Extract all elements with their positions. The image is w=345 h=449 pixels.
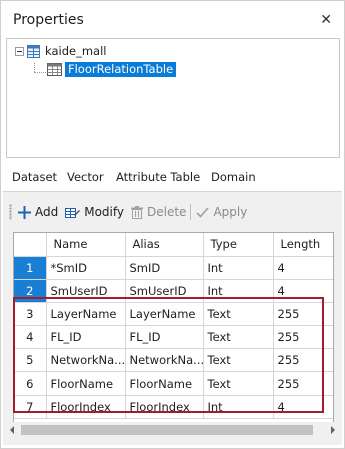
table-row[interactable]: 6 FloorName FloorName Text 255: [14, 371, 333, 396]
modify-label: Modify: [84, 205, 124, 219]
delete-button[interactable]: Delete: [131, 205, 186, 219]
cell-name[interactable]: *SmID: [46, 256, 126, 280]
cell-type[interactable]: Text: [203, 302, 274, 327]
tree-root-label: kaide_mall: [45, 44, 107, 58]
cell-name[interactable]: FloorName: [46, 371, 126, 396]
column-header-alias[interactable]: Alias: [125, 233, 204, 257]
cell-alias[interactable]: NetworkNa...: [125, 348, 204, 373]
horizontal-scrollbar[interactable]: [3, 422, 342, 439]
toolbar: Add Modify Delete Apply: [9, 201, 254, 223]
row-number[interactable]: 2: [14, 279, 47, 303]
table-row[interactable]: 2 SmUserID SmUserID Int 4: [14, 279, 333, 303]
tab-strip: Dataset Vector Attribute Table Domain: [1, 161, 344, 191]
tab-dataset[interactable]: Dataset: [12, 170, 57, 184]
cell-name[interactable]: NetworkNa...: [46, 348, 126, 373]
tab-vector[interactable]: Vector: [67, 170, 104, 184]
column-header-name[interactable]: Name: [46, 233, 126, 257]
table-row[interactable]: 3 LayerName LayerName Text 255: [14, 302, 333, 327]
tree-connector: [34, 63, 35, 72]
fields-grid: Name Alias Type Length 1 *SmID SmID Int …: [13, 232, 334, 426]
cell-length[interactable]: 4: [273, 256, 333, 280]
apply-button[interactable]: Apply: [196, 205, 247, 219]
checkmark-icon: [196, 206, 210, 218]
cell-alias[interactable]: FL_ID: [125, 325, 204, 350]
apply-label: Apply: [213, 205, 248, 219]
add-label: Add: [35, 205, 59, 219]
modify-table-icon: [65, 206, 81, 219]
trash-icon: [131, 205, 143, 219]
table-row[interactable]: 1 *SmID SmID Int 4: [14, 256, 333, 280]
table-icon: [47, 62, 62, 76]
cell-type[interactable]: Text: [203, 371, 274, 396]
cell-name[interactable]: LayerName: [46, 302, 126, 327]
cell-length[interactable]: 255: [273, 348, 333, 373]
modify-button[interactable]: Modify: [65, 205, 124, 219]
attribute-table-panel: Add Modify Delete Apply Name Alias Type …: [3, 191, 342, 445]
tab-domain[interactable]: Domain: [211, 170, 256, 184]
scroll-left-icon[interactable]: [10, 426, 14, 434]
table-row[interactable]: 5 NetworkNa... NetworkNa... Text 255: [14, 348, 333, 373]
cell-type[interactable]: Text: [203, 325, 274, 350]
cell-type[interactable]: Text: [203, 348, 274, 373]
cell-alias[interactable]: FloorName: [125, 371, 204, 396]
cell-alias[interactable]: LayerName: [125, 302, 204, 327]
tree-child-label: FloorRelationTable: [65, 61, 177, 77]
database-icon: [27, 44, 40, 58]
table-row[interactable]: 7 FloorIndex FloorIndex Int 4: [14, 395, 333, 419]
title-bar: Properties ✕: [1, 1, 344, 39]
scrollbar-thumb[interactable]: [21, 425, 313, 435]
toolbar-separator: [190, 204, 192, 220]
tree-node-root[interactable]: kaide_mall: [15, 43, 106, 59]
cell-length[interactable]: 4: [273, 279, 333, 303]
cell-alias[interactable]: SmID: [125, 256, 204, 280]
cell-length[interactable]: 4: [273, 395, 333, 419]
row-number[interactable]: 7: [14, 395, 47, 419]
cell-type[interactable]: Int: [203, 395, 274, 419]
row-number[interactable]: 6: [14, 371, 47, 396]
cell-type[interactable]: Int: [203, 256, 274, 280]
close-icon[interactable]: ✕: [320, 12, 332, 28]
row-number[interactable]: 4: [14, 325, 47, 350]
tab-attribute-table[interactable]: Attribute Table: [116, 170, 200, 184]
panel-title: Properties: [13, 12, 84, 28]
cell-name[interactable]: SmUserID: [46, 279, 126, 303]
cell-length[interactable]: 255: [273, 325, 333, 350]
properties-panel: Properties ✕ kaide_mall FloorRelationTab…: [0, 0, 345, 449]
tree-connector: [34, 72, 46, 73]
table-row[interactable]: 4 FL_ID FL_ID Text 255: [14, 325, 333, 350]
add-button[interactable]: Add: [18, 205, 58, 219]
collapse-icon[interactable]: [15, 46, 24, 56]
plus-icon: [18, 205, 31, 219]
cell-length[interactable]: 255: [273, 302, 333, 327]
cell-alias[interactable]: FloorIndex: [125, 395, 204, 419]
column-header-type[interactable]: Type: [203, 233, 274, 257]
row-header-corner[interactable]: [14, 233, 47, 257]
row-number[interactable]: 1: [14, 256, 47, 280]
cell-alias[interactable]: SmUserID: [125, 279, 204, 303]
scroll-right-icon[interactable]: [331, 426, 335, 434]
toolbar-grip[interactable]: [9, 204, 12, 220]
column-header-length[interactable]: Length: [273, 233, 333, 257]
tree-node-floor-relation-table[interactable]: FloorRelationTable: [47, 61, 177, 77]
cell-type[interactable]: Int: [203, 279, 274, 303]
row-number[interactable]: 3: [14, 302, 47, 327]
delete-label: Delete: [147, 205, 187, 219]
cell-length[interactable]: 255: [273, 371, 333, 396]
cell-name[interactable]: FL_ID: [46, 325, 126, 350]
row-number[interactable]: 5: [14, 348, 47, 373]
fields-table: Name Alias Type Length 1 *SmID SmID Int …: [14, 233, 333, 419]
dataset-tree: kaide_mall FloorRelationTable: [6, 38, 340, 158]
cell-name[interactable]: FloorIndex: [46, 395, 126, 419]
table-header-row: Name Alias Type Length: [14, 233, 333, 257]
